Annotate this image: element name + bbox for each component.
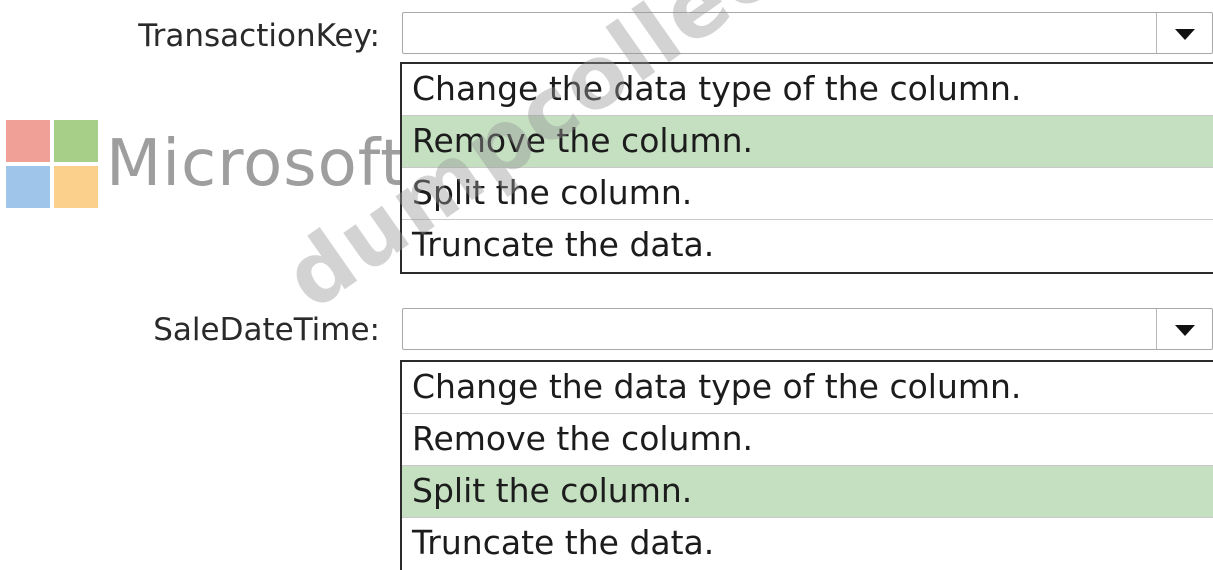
sale-date-time-dropdown-button[interactable] — [1156, 309, 1212, 349]
sale-date-time-select[interactable] — [402, 308, 1213, 350]
option-split-column[interactable]: Split the column. — [402, 168, 1213, 220]
logo-blue-square — [6, 166, 50, 208]
option-truncate-data[interactable]: Truncate the data. — [402, 518, 1213, 570]
option-remove-column[interactable]: Remove the column. — [402, 414, 1213, 466]
option-split-column[interactable]: Split the column. — [402, 466, 1213, 518]
option-change-data-type[interactable]: Change the data type of the column. — [402, 362, 1213, 414]
option-remove-column[interactable]: Remove the column. — [402, 116, 1213, 168]
chevron-down-icon — [1175, 29, 1195, 40]
microsoft-watermark-text: Microsoft — [106, 127, 407, 201]
transaction-key-options: Change the data type of the column. Remo… — [400, 62, 1213, 274]
option-truncate-data[interactable]: Truncate the data. — [402, 220, 1213, 272]
microsoft-logo-icon — [6, 120, 100, 210]
sale-date-time-label: SaleDateTime: — [153, 312, 380, 348]
sale-date-time-options: Change the data type of the column. Remo… — [400, 360, 1213, 570]
transaction-key-select[interactable] — [402, 12, 1213, 54]
logo-red-square — [6, 120, 50, 162]
logo-green-square — [54, 120, 98, 162]
transaction-key-label: TransactionKey: — [138, 18, 380, 54]
transaction-key-dropdown-button[interactable] — [1156, 13, 1212, 53]
logo-yellow-square — [54, 166, 98, 208]
chevron-down-icon — [1175, 325, 1195, 336]
option-change-data-type[interactable]: Change the data type of the column. — [402, 64, 1213, 116]
